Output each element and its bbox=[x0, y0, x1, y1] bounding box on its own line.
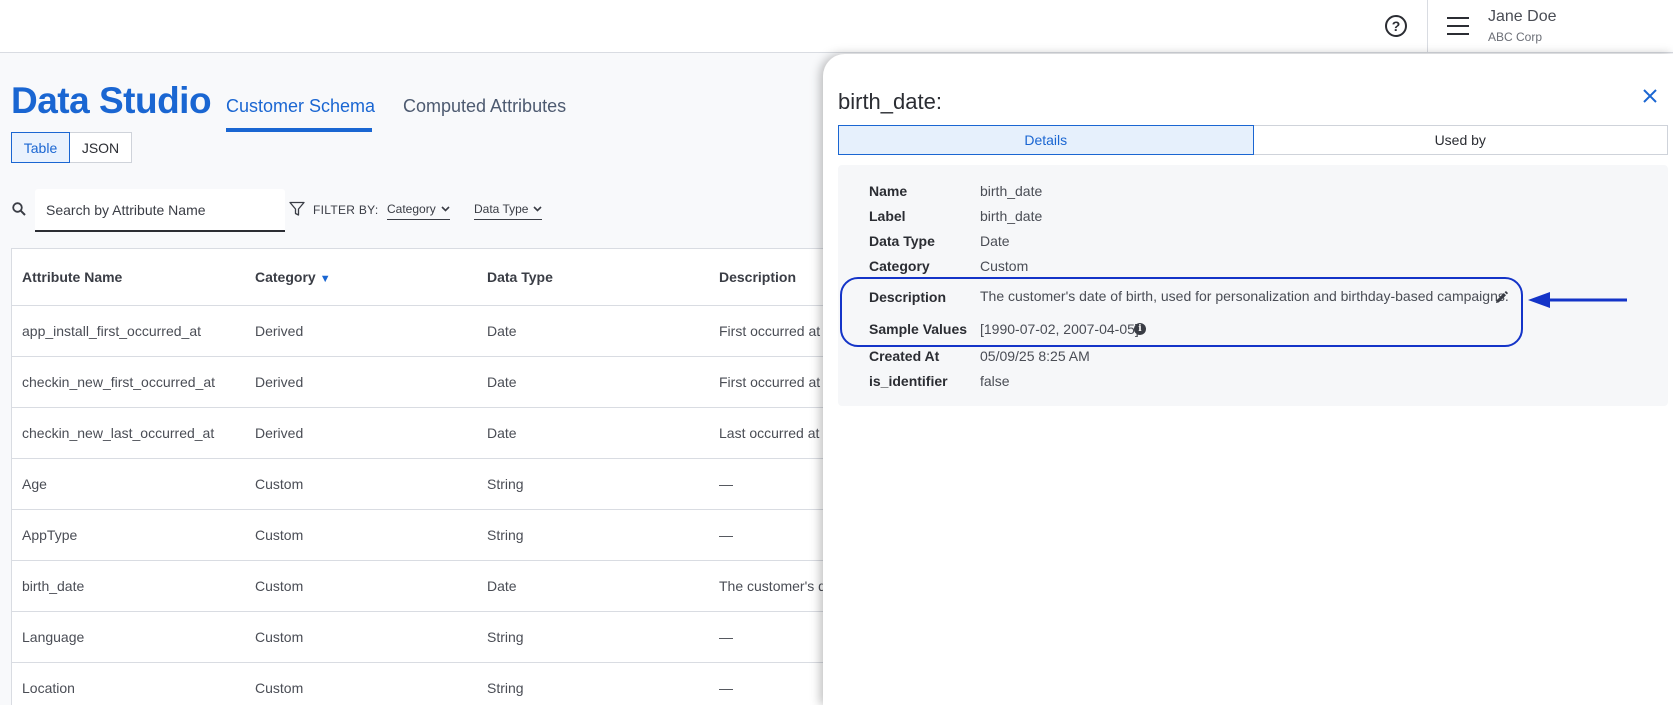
sort-desc-icon: ▼ bbox=[319, 273, 331, 285]
field-value-name: birth_date bbox=[980, 183, 1043, 199]
table-row[interactable]: Age Custom String — bbox=[12, 459, 841, 510]
header-category-label: Category bbox=[255, 269, 316, 285]
table-row[interactable]: Language Custom String — bbox=[12, 612, 841, 663]
view-toggle: Table JSON bbox=[11, 132, 132, 163]
cell-description: — bbox=[719, 527, 733, 543]
cell-attribute-name: checkin_new_first_occurred_at bbox=[22, 374, 215, 390]
cell-attribute-name: birth_date bbox=[22, 578, 85, 594]
data-type-filter-label: Data Type bbox=[474, 202, 529, 216]
cell-category: Custom bbox=[255, 578, 304, 594]
cell-data-type: Date bbox=[487, 323, 517, 339]
cell-category: Derived bbox=[255, 374, 304, 390]
field-value-is-identifier: false bbox=[980, 373, 1010, 389]
cell-data-type: String bbox=[487, 629, 524, 645]
header-attribute-name[interactable]: Attribute Name bbox=[22, 269, 122, 285]
cell-data-type: Date bbox=[487, 425, 517, 441]
attributes-table: Attribute Name Category ▼ Data Type Descr… bbox=[11, 248, 841, 705]
cell-description: First occurred at t bbox=[719, 323, 828, 339]
field-label-name: Name bbox=[869, 183, 908, 199]
cell-attribute-name: AppType bbox=[22, 527, 78, 543]
field-label-data-type: Data Type bbox=[869, 233, 935, 249]
cell-description: — bbox=[719, 680, 733, 696]
chevron-down-icon bbox=[441, 206, 450, 212]
filter-icon bbox=[289, 201, 305, 216]
tab-computed-attributes[interactable]: Computed Attributes bbox=[403, 96, 566, 117]
tab-customer-schema[interactable]: Customer Schema bbox=[226, 96, 375, 117]
cell-attribute-name: Age bbox=[22, 476, 47, 492]
cell-attribute-name: app_install_first_occurred_at bbox=[22, 323, 201, 339]
field-value-category: Custom bbox=[980, 258, 1029, 274]
active-tab-indicator bbox=[226, 128, 372, 132]
table-header: Attribute Name Category ▼ Data Type Descr… bbox=[12, 249, 841, 306]
cell-category: Custom bbox=[255, 527, 304, 543]
table-row[interactable]: checkin_new_last_occurred_at Derived Dat… bbox=[12, 408, 841, 459]
cell-attribute-name: checkin_new_last_occurred_at bbox=[22, 425, 215, 441]
cell-data-type: String bbox=[487, 527, 524, 543]
close-icon[interactable] bbox=[1641, 87, 1659, 105]
cell-description: Last occurred at t bbox=[719, 425, 828, 441]
cell-description: First occurred at t bbox=[719, 374, 828, 390]
cell-category: Derived bbox=[255, 425, 304, 441]
topbar-divider bbox=[1427, 0, 1428, 53]
data-type-filter-dropdown[interactable]: Data Type bbox=[474, 202, 543, 220]
drawer-title: birth_date: bbox=[838, 89, 942, 114]
drawer-tabs: Details Used by bbox=[838, 125, 1668, 155]
user-name[interactable]: Jane Doe bbox=[1488, 8, 1557, 26]
cell-category: Derived bbox=[255, 323, 304, 339]
search-input[interactable] bbox=[35, 189, 285, 232]
field-label-label: Label bbox=[869, 208, 906, 224]
filter-label: FILTER BY: bbox=[313, 203, 379, 217]
header-category[interactable]: Category ▼ bbox=[255, 269, 331, 285]
table-row[interactable]: Location Custom String — bbox=[12, 663, 841, 705]
cell-description: — bbox=[719, 629, 733, 645]
search-icon bbox=[12, 202, 26, 216]
cell-category: Custom bbox=[255, 680, 304, 696]
highlight-annotation-box bbox=[840, 277, 1523, 347]
arrow-left-icon bbox=[1528, 292, 1627, 308]
field-value-data-type: Date bbox=[980, 233, 1010, 249]
field-label-is-identifier: is_identifier bbox=[869, 373, 948, 389]
cell-category: Custom bbox=[255, 476, 304, 492]
top-bar: ? Jane Doe ABC Corp bbox=[0, 0, 1673, 53]
cell-data-type: String bbox=[487, 476, 524, 492]
header-description[interactable]: Description bbox=[719, 269, 796, 285]
cell-description: The customer's d bbox=[719, 578, 826, 594]
attribute-detail-drawer: birth_date: Details Used by Name birth_d… bbox=[823, 54, 1673, 705]
table-row[interactable]: birth_date Custom Date The customer's d bbox=[12, 561, 841, 612]
category-filter-dropdown[interactable]: Category bbox=[387, 202, 450, 220]
cell-category: Custom bbox=[255, 629, 304, 645]
field-value-created-at: 05/09/25 8:25 AM bbox=[980, 348, 1090, 364]
cell-attribute-name: Language bbox=[22, 629, 85, 645]
cell-data-type: Date bbox=[487, 374, 517, 390]
hamburger-menu-icon[interactable] bbox=[1447, 17, 1469, 35]
tab-used-by[interactable]: Used by bbox=[1253, 125, 1668, 155]
table-row[interactable]: app_install_first_occurred_at Derived Da… bbox=[12, 306, 841, 357]
cell-description: — bbox=[719, 476, 733, 492]
table-row[interactable]: checkin_new_first_occurred_at Derived Da… bbox=[12, 357, 841, 408]
category-filter-label: Category bbox=[387, 202, 436, 216]
header-data-type[interactable]: Data Type bbox=[487, 269, 553, 285]
user-org: ABC Corp bbox=[1488, 30, 1543, 44]
info-icon[interactable]: i bbox=[1134, 323, 1146, 335]
chevron-down-icon bbox=[533, 206, 543, 212]
json-view-button[interactable]: JSON bbox=[70, 132, 132, 163]
field-label-created-at: Created At bbox=[869, 348, 940, 364]
cell-attribute-name: Location bbox=[22, 680, 75, 696]
cell-data-type: Date bbox=[487, 578, 517, 594]
pencil-edit-icon[interactable] bbox=[1495, 291, 1508, 304]
help-icon[interactable]: ? bbox=[1385, 15, 1407, 37]
tab-details[interactable]: Details bbox=[838, 125, 1254, 155]
table-view-button[interactable]: Table bbox=[11, 132, 70, 163]
table-row[interactable]: AppType Custom String — bbox=[12, 510, 841, 561]
cell-data-type: String bbox=[487, 680, 524, 696]
field-value-label: birth_date bbox=[980, 208, 1043, 224]
field-label-category: Category bbox=[869, 258, 930, 274]
page-title: Data Studio bbox=[11, 80, 212, 121]
